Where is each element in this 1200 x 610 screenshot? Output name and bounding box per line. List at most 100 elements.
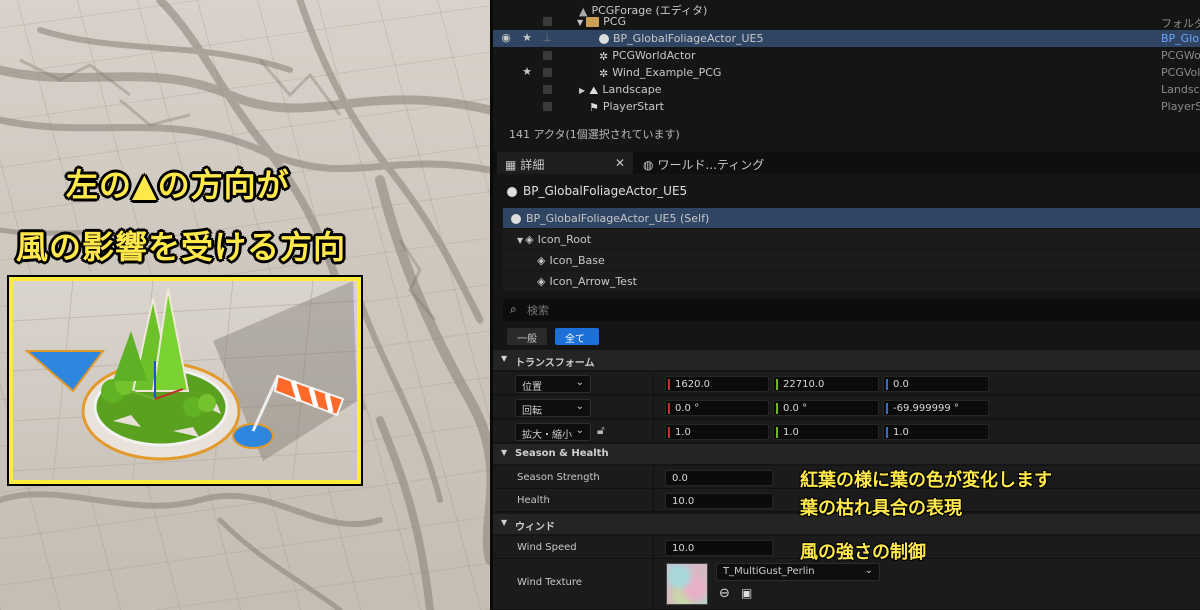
location-y-field[interactable]: 22710.0 xyxy=(773,376,879,392)
texture-thumbnail[interactable] xyxy=(666,563,708,605)
location-z-field[interactable]: 0.0 xyxy=(883,376,989,392)
star-icon[interactable]: ★ xyxy=(521,31,533,44)
collapse-arrow-icon[interactable]: ▼ xyxy=(501,354,507,363)
section-title: トランスフォーム xyxy=(515,358,595,369)
foliage-actor-preview xyxy=(12,280,358,481)
component-icon-arrow-test[interactable]: ◈ Icon_Arrow_Test xyxy=(503,271,1200,291)
field-value: 10.0 xyxy=(672,496,695,507)
prop-wind-texture: Wind Texture T_MultiGust_Perlin ⌄ ⊖ ▣ xyxy=(493,559,1200,610)
pcg-actor-icon: ✲ xyxy=(599,50,609,63)
pin-icon[interactable]: ⊥ xyxy=(541,31,553,44)
section-season-health[interactable]: ▼ Season & Health xyxy=(493,444,1200,464)
star-icon[interactable]: ★ xyxy=(521,65,533,78)
outliner-row-pcg-world-actor[interactable]: ✲ PCGWorldActor PCGWo xyxy=(493,47,1200,64)
field-value: 1.0 xyxy=(675,427,691,438)
actor-preview-frame xyxy=(7,275,363,486)
health-field[interactable]: 10.0 xyxy=(665,493,773,509)
dropdown-label: 拡大・縮小 xyxy=(522,430,572,441)
actor-count-status: 141 アクタ(1個選択されています) xyxy=(509,128,680,141)
expand-arrow-icon[interactable]: ▼ xyxy=(577,18,583,27)
actor-sphere-icon xyxy=(599,34,609,44)
wind-texture-asset-picker[interactable]: T_MultiGust_Perlin ⌄ xyxy=(716,563,880,581)
outliner-row-label: Wind_Example_PCG xyxy=(612,66,722,79)
component-icon-root[interactable]: ▼ ◈ Icon_Root xyxy=(503,229,1200,249)
annotation-health: 葉の枯れ具合の表現 xyxy=(800,498,962,519)
search-input[interactable] xyxy=(527,302,1127,318)
field-value: 0.0 xyxy=(893,379,909,390)
actor-sphere-icon xyxy=(511,214,521,224)
filter-basic-button[interactable]: 一般 xyxy=(507,328,547,345)
chevron-down-icon: ⌄ xyxy=(575,425,584,436)
season-strength-field[interactable]: 0.0 xyxy=(665,470,773,486)
use-selected-asset-icon[interactable]: ⊖ xyxy=(719,586,730,601)
component-icon-base[interactable]: ◈ Icon_Base xyxy=(503,250,1200,270)
pin-icon xyxy=(542,16,552,26)
pcg-volume-icon: ✲ xyxy=(599,67,609,80)
field-value: 0.0 ° xyxy=(675,403,700,414)
static-mesh-cube-icon: ◈ xyxy=(525,233,534,246)
annotation-season: 紅葉の様に葉の色が変化します xyxy=(800,470,1052,491)
section-transform[interactable]: ▼ トランスフォーム xyxy=(493,350,1200,370)
rotation-mode-dropdown[interactable]: 回転 ⌄ xyxy=(515,399,591,417)
location-x-field[interactable]: 1620.0 xyxy=(665,376,769,392)
outliner-row-player-start[interactable]: ⚑ PlayerStart PlayerS xyxy=(493,98,1200,115)
filter-all-button[interactable]: 全て xyxy=(555,328,599,345)
collapse-arrow-icon[interactable]: ▼ xyxy=(501,448,507,457)
outliner-row-type: Landsc xyxy=(1161,83,1200,96)
pin-icon xyxy=(542,50,552,60)
scale-x-field[interactable]: 1.0 xyxy=(665,424,769,440)
scale-mode-dropdown[interactable]: 拡大・縮小 ⌄ xyxy=(515,423,591,441)
outliner-row-type: PCGVol xyxy=(1161,66,1200,79)
rotation-y-field[interactable]: 0.0 ° xyxy=(773,400,879,416)
prop-label: Season Strength xyxy=(517,472,600,483)
outliner-row-type: PlayerS xyxy=(1161,100,1200,113)
outliner-row-global-foliage-actor[interactable]: ◉ ★ ⊥ BP_GlobalFoliageActor_UE5 BP_Glob xyxy=(493,30,1200,47)
close-icon[interactable]: ✕ xyxy=(615,156,625,170)
rotation-x-field[interactable]: 0.0 ° xyxy=(665,400,769,416)
tab-world-settings[interactable]: ◍ ワールド...ティング xyxy=(635,152,805,174)
prop-label: Wind Texture xyxy=(517,577,582,588)
expand-arrow-icon[interactable]: ▼ xyxy=(517,236,523,245)
pin-icon xyxy=(542,84,552,94)
rotation-z-field[interactable]: -69.999999 ° xyxy=(883,400,989,416)
component-label: Icon_Arrow_Test xyxy=(549,275,637,288)
browse-asset-icon[interactable]: ▣ xyxy=(741,586,752,600)
outliner-row-label: PCG xyxy=(603,15,626,28)
field-value: 1.0 xyxy=(893,427,909,438)
scale-y-field[interactable]: 1.0 xyxy=(773,424,879,440)
dropdown-label: 回転 xyxy=(522,406,542,417)
pin-icon xyxy=(542,101,552,111)
location-mode-dropdown[interactable]: 位置 ⌄ xyxy=(515,375,591,393)
outliner-row-type: PCGWo xyxy=(1161,49,1200,62)
field-value: 1620.0 xyxy=(675,379,710,390)
tab-label: ワールド...ティング xyxy=(657,158,765,172)
visibility-eye-icon[interactable]: ◉ xyxy=(499,31,513,44)
outliner-row-wind-example[interactable]: ★ ✲ Wind_Example_PCG PCGVol xyxy=(493,64,1200,81)
chevron-down-icon: ⌄ xyxy=(575,401,584,412)
section-title: Season & Health xyxy=(515,448,609,459)
wind-speed-field[interactable]: 10.0 xyxy=(665,540,773,556)
scale-z-field[interactable]: 1.0 xyxy=(883,424,989,440)
details-tab-bar: ▦ 詳細 ✕ ◍ ワールド...ティング xyxy=(493,152,1200,174)
lock-icon[interactable]: 🔓︎ xyxy=(597,423,605,438)
outliner-row-landscape[interactable]: ▶ ⛰ Landscape Landsc xyxy=(493,81,1200,98)
component-label: BP_GlobalFoliageActor_UE5 (Self) xyxy=(526,212,710,225)
collapse-arrow-icon[interactable]: ▼ xyxy=(501,518,507,527)
static-mesh-cube-icon: ◈ xyxy=(537,275,546,288)
details-actor-title: BP_GlobalFoliageActor_UE5 xyxy=(507,184,687,198)
static-mesh-cube-icon: ◈ xyxy=(537,254,546,267)
outliner-row-pcg-folder[interactable]: ▼ PCG フォルダ xyxy=(493,13,1200,30)
prop-label: Health xyxy=(517,495,550,506)
expand-arrow-icon[interactable]: ▶ xyxy=(579,86,585,95)
prop-rotation: 回転 ⌄ 0.0 ° 0.0 ° -69.999999 ° xyxy=(493,396,1200,419)
tab-details[interactable]: ▦ 詳細 ✕ xyxy=(497,152,633,174)
pin-icon xyxy=(542,67,552,77)
level-viewport[interactable]: 左の▲の方向が 風の影響を受ける方向 xyxy=(0,0,490,610)
annotation-line1: 左の▲の方向が xyxy=(66,166,290,204)
world-globe-icon: ◍ xyxy=(643,158,654,172)
component-self[interactable]: BP_GlobalFoliageActor_UE5 (Self) xyxy=(503,208,1200,228)
field-value: 10.0 xyxy=(672,543,695,554)
outliner-row-label: Landscape xyxy=(602,83,662,96)
prop-scale: 拡大・縮小 ⌄ 🔓︎ 1.0 1.0 1.0 xyxy=(493,420,1200,443)
outliner-row-label: PCGWorldActor xyxy=(612,49,696,62)
